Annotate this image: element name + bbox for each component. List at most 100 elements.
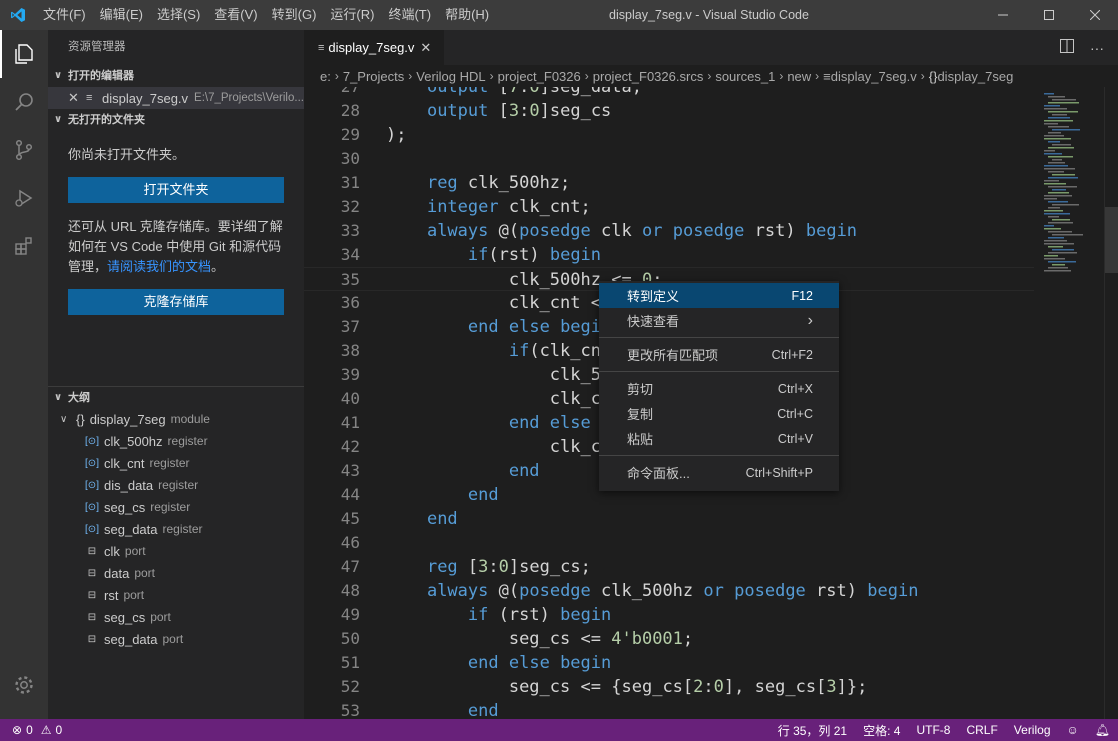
outline-header[interactable]: ∨ 大纲 xyxy=(48,386,304,408)
open-folder-button[interactable]: 打开文件夹 xyxy=(68,177,284,203)
outline-item[interactable]: [⊙] dis_data register xyxy=(48,474,304,496)
breadcrumb-item[interactable]: Verilog HDL xyxy=(416,69,485,84)
close-window-button[interactable] xyxy=(1072,0,1118,30)
outline-root[interactable]: ∨ {} display_7seg module xyxy=(48,408,304,430)
language-mode[interactable]: Verilog xyxy=(1014,723,1051,737)
outline-item[interactable]: [⊙] seg_cs register xyxy=(48,496,304,518)
chevron-down-icon: ∨ xyxy=(53,391,63,403)
minimap-line xyxy=(1048,207,1060,209)
feedback-icon[interactable]: ☺ xyxy=(1067,723,1079,737)
context-menu-item[interactable]: 复制 Ctrl+C xyxy=(599,401,839,426)
breadcrumb-item[interactable]: display_7seg.v xyxy=(831,69,917,84)
outline-item[interactable]: ⊟ rst port xyxy=(48,584,304,606)
context-menu-item[interactable]: 粘贴 Ctrl+V xyxy=(599,426,839,451)
outline-item[interactable]: ⊟ data port xyxy=(48,562,304,584)
code-line[interactable]: 29); xyxy=(304,123,1034,147)
minimap-line xyxy=(1048,132,1061,134)
close-icon[interactable]: ✕ xyxy=(68,90,82,106)
code-line[interactable]: 28 output [3:0]seg_cs xyxy=(304,99,1034,123)
code-line[interactable]: 48 always @(posedge clk_500hz or posedge… xyxy=(304,579,1034,603)
explorer-icon[interactable] xyxy=(0,30,48,78)
vertical-scrollbar[interactable] xyxy=(1104,87,1118,719)
code-line[interactable]: 30 xyxy=(304,147,1034,171)
code-line[interactable]: 33 always @(posedge clk or posedge rst) … xyxy=(304,219,1034,243)
end-of-line[interactable]: CRLF xyxy=(966,723,997,737)
context-menu-item[interactable]: 快速查看 › xyxy=(599,308,839,333)
line-text: integer clk_cnt; xyxy=(426,197,591,217)
search-icon[interactable] xyxy=(0,78,48,126)
minimap-line xyxy=(1048,222,1073,224)
outline-item[interactable]: [⊙] clk_cnt register xyxy=(48,452,304,474)
breadcrumb-item[interactable]: project_F0326 xyxy=(498,69,581,84)
minimap-line xyxy=(1052,204,1079,206)
code-line[interactable]: 46 xyxy=(304,531,1034,555)
file-icon: ≡ xyxy=(318,41,325,54)
code-line[interactable]: 34 if(rst) begin xyxy=(304,243,1034,267)
cursor-position[interactable]: 行 35，列 21 xyxy=(778,722,847,739)
outline-item-type: port xyxy=(150,610,171,624)
breadcrumb-item[interactable]: project_F0326.srcs xyxy=(593,69,704,84)
code-line[interactable]: 45 end xyxy=(304,507,1034,531)
context-menu-item[interactable]: 剪切 Ctrl+X xyxy=(599,376,839,401)
breadcrumb-item[interactable]: 7_Projects xyxy=(343,69,404,84)
breadcrumb-item[interactable]: e: xyxy=(320,69,331,84)
scrollbar-thumb[interactable] xyxy=(1105,207,1118,273)
code-line[interactable]: 52 seg_cs <= {seg_cs[2:0], seg_cs[3]}; xyxy=(304,675,1034,699)
minimap[interactable] xyxy=(1034,87,1104,719)
context-menu-item[interactable]: 命令面板... Ctrl+Shift+P xyxy=(599,460,839,485)
menu-item[interactable]: 编辑(E) xyxy=(93,0,150,30)
code-line[interactable]: 49 if (rst) begin xyxy=(304,603,1034,627)
settings-gear-icon[interactable] xyxy=(0,661,48,709)
menu-item[interactable]: 终端(T) xyxy=(381,0,438,30)
menu-item[interactable]: 查看(V) xyxy=(207,0,264,30)
maximize-button[interactable] xyxy=(1026,0,1072,30)
close-tab-icon[interactable]: ✕ xyxy=(420,40,431,56)
outline-item[interactable]: [⊙] clk_500hz register xyxy=(48,430,304,452)
context-menu-shortcut: Ctrl+C xyxy=(777,406,813,421)
code-line[interactable]: 53 end xyxy=(304,699,1034,719)
menu-item[interactable]: 转到(G) xyxy=(265,0,324,30)
context-menu-item[interactable]: 转到定义 F12 xyxy=(599,283,839,308)
breadcrumb-item[interactable]: new xyxy=(787,69,811,84)
variable-icon: [⊙] xyxy=(85,479,99,491)
context-menu-item[interactable]: 更改所有匹配项 Ctrl+F2 xyxy=(599,342,839,367)
minimap-line xyxy=(1048,246,1063,248)
outline-item-name: clk_cnt xyxy=(104,455,145,471)
outline-item[interactable]: ⊟ clk port xyxy=(48,540,304,562)
context-menu-label: 复制 xyxy=(627,407,654,422)
menu-item[interactable]: 运行(R) xyxy=(323,0,381,30)
indentation[interactable]: 空格: 4 xyxy=(863,722,900,739)
tab-display-7seg[interactable]: ≡ display_7seg.v ✕ xyxy=(304,30,444,65)
code-line[interactable]: 47 reg [3:0]seg_cs; xyxy=(304,555,1034,579)
notifications-bell-icon[interactable]: 🔔︎ xyxy=(1095,723,1110,737)
code-line[interactable]: 32 integer clk_cnt; xyxy=(304,195,1034,219)
breadcrumb-item[interactable]: sources_1 xyxy=(715,69,775,84)
breadcrumb-item[interactable]: display_7seg xyxy=(937,69,1013,84)
clone-repository-button[interactable]: 克隆存储库 xyxy=(68,289,284,315)
outline-item-name: data xyxy=(104,565,130,581)
open-editor-item[interactable]: ✕ ≡ display_7seg.v E:\7_Projects\Verilo.… xyxy=(48,87,304,109)
no-folder-header[interactable]: ∨ 无打开的文件夹 xyxy=(48,109,304,131)
extensions-icon[interactable] xyxy=(0,222,48,270)
more-actions-icon[interactable]: ··· xyxy=(1090,40,1104,56)
code-line[interactable]: 27 output [7:0]seg_data; xyxy=(304,87,1034,99)
problems-indicator[interactable]: ⊗ 0 ⚠ 0 xyxy=(0,723,62,737)
outline-item[interactable]: [⊙] seg_data register xyxy=(48,518,304,540)
encoding[interactable]: UTF-8 xyxy=(916,723,950,737)
open-editors-header[interactable]: ∨ 打开的编辑器 xyxy=(48,65,304,87)
outline-item[interactable]: ⊟ seg_data port xyxy=(48,628,304,650)
code-line[interactable]: 50 seg_cs <= 4'b0001; xyxy=(304,627,1034,651)
source-control-icon[interactable] xyxy=(0,126,48,174)
code-line[interactable]: 31 reg clk_500hz; xyxy=(304,171,1034,195)
menu-item[interactable]: 选择(S) xyxy=(150,0,207,30)
run-debug-icon[interactable] xyxy=(0,174,48,222)
outline-item[interactable]: ⊟ seg_cs port xyxy=(48,606,304,628)
menu-item[interactable]: 文件(F) xyxy=(36,0,93,30)
split-editor-icon[interactable] xyxy=(1060,39,1074,56)
open-editors-label: 打开的编辑器 xyxy=(68,70,134,82)
docs-link[interactable]: 请阅读我们的文档 xyxy=(107,259,211,274)
minimize-button[interactable] xyxy=(980,0,1026,30)
code-line[interactable]: 51 end else begin xyxy=(304,651,1034,675)
menu-item[interactable]: 帮助(H) xyxy=(438,0,496,30)
outline-item-name: seg_data xyxy=(104,631,158,647)
